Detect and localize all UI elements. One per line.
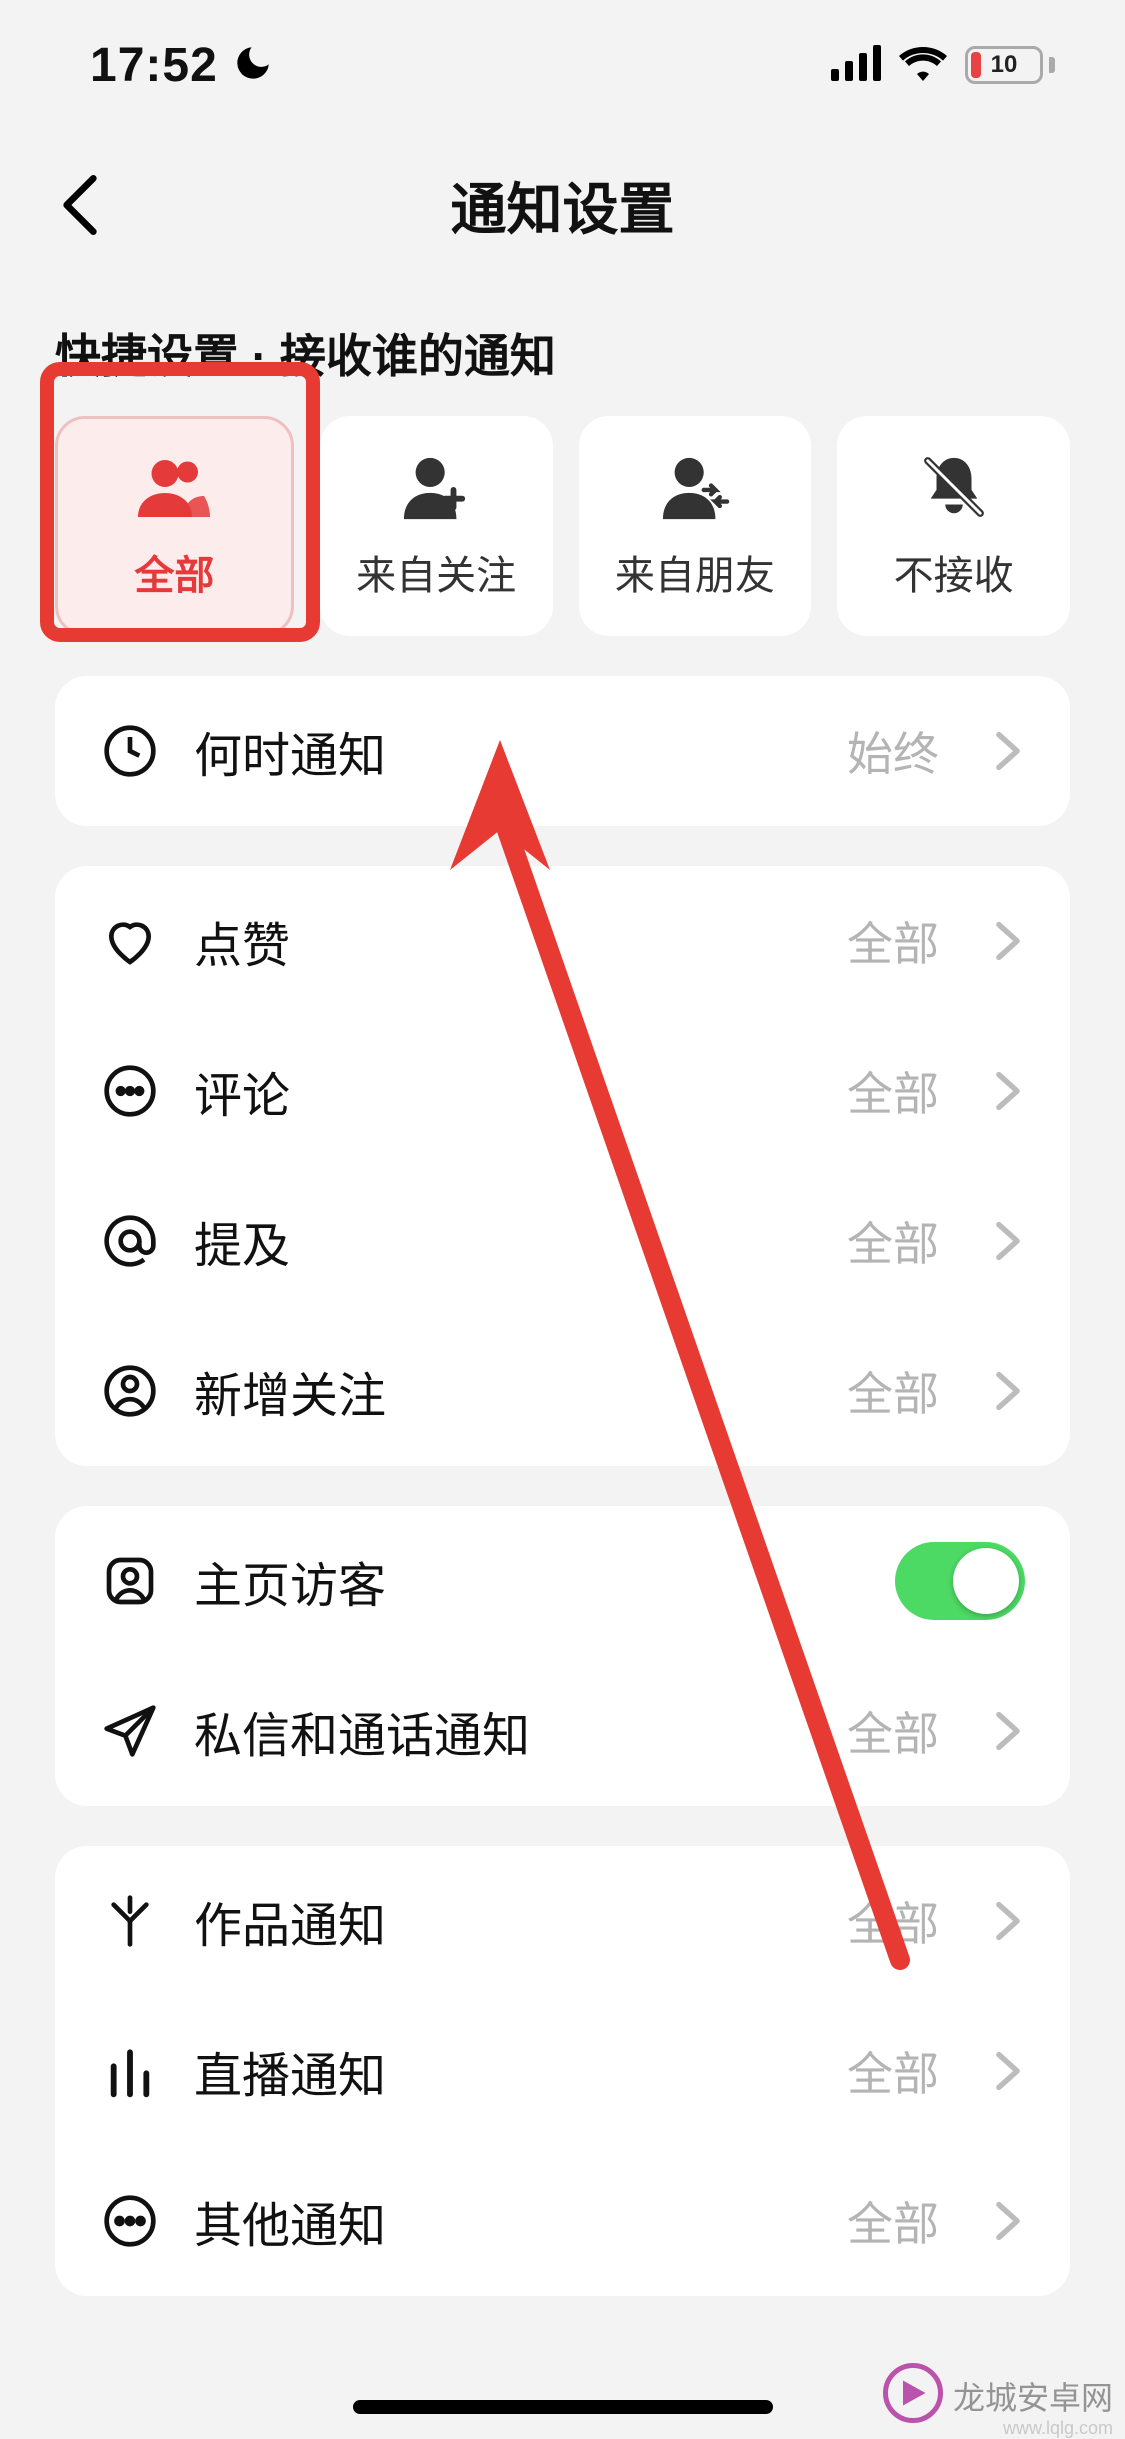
row-label: 其他通知 — [194, 2186, 813, 2256]
heart-icon — [100, 911, 160, 971]
quick-card-following[interactable]: 来自关注 — [320, 416, 553, 636]
watermark-url: www.lqlg.com — [1003, 2418, 1113, 2439]
at-icon — [100, 1211, 160, 1271]
row-label: 主页访客 — [194, 1546, 861, 1616]
settings-group: 点赞 全部 评论 全部 提及 全部 新增关注 全部 — [55, 866, 1070, 1466]
page-header: 通知设置 — [0, 130, 1125, 280]
row-live-notify[interactable]: 直播通知 全部 — [55, 1996, 1070, 2146]
paper-plane-icon — [100, 1701, 160, 1761]
watermark-text: 龙城安卓网 www.lqlg.com — [953, 2373, 1113, 2419]
quick-section-title: 快捷设置 · 接收谁的通知 — [0, 280, 1125, 416]
quick-card-label: 全部 — [134, 543, 214, 601]
row-label: 提及 — [194, 1206, 813, 1276]
chevron-right-icon — [991, 1224, 1025, 1258]
cellular-icon — [831, 45, 881, 86]
row-when-notify[interactable]: 何时通知 始终 — [55, 676, 1070, 826]
settings-group: 主页访客 私信和通话通知 全部 — [55, 1506, 1070, 1806]
row-value: 全部 — [847, 1058, 939, 1124]
watermark-logo-icon — [883, 2363, 943, 2428]
row-new-followers[interactable]: 新增关注 全部 — [55, 1316, 1070, 1466]
settings-group: 作品通知 全部 直播通知 全部 其他通知 全部 — [55, 1846, 1070, 2296]
quick-filter-row: 全部 来自关注 来自朋友 — [0, 416, 1125, 636]
row-value: 全部 — [847, 1358, 939, 1424]
row-other-notify[interactable]: 其他通知 全部 — [55, 2146, 1070, 2296]
row-comments[interactable]: 评论 全部 — [55, 1016, 1070, 1166]
more-circle-icon — [100, 2191, 160, 2251]
quick-card-label: 来自关注 — [356, 543, 516, 601]
row-value: 始终 — [847, 718, 939, 784]
user-circle-icon — [100, 1361, 160, 1421]
row-value: 全部 — [847, 1208, 939, 1274]
status-left: 17:52 — [90, 38, 274, 93]
comment-icon — [100, 1061, 160, 1121]
status-bar: 17:52 10 — [0, 0, 1125, 130]
row-value: 全部 — [847, 1888, 939, 1954]
chevron-right-icon — [991, 924, 1025, 958]
row-content-notify[interactable]: 作品通知 全部 — [55, 1846, 1070, 1996]
quick-card-none[interactable]: 不接收 — [837, 416, 1070, 636]
row-value: 全部 — [847, 1698, 939, 1764]
people-icon — [138, 451, 210, 523]
person-plus-icon — [400, 451, 472, 523]
row-label: 新增关注 — [194, 1356, 813, 1426]
row-label: 私信和通话通知 — [194, 1696, 813, 1766]
quick-card-friends[interactable]: 来自朋友 — [579, 416, 812, 636]
clock-time: 17:52 — [90, 38, 218, 93]
row-value: 全部 — [847, 2188, 939, 2254]
status-right: 10 — [831, 45, 1055, 86]
row-mentions[interactable]: 提及 全部 — [55, 1166, 1070, 1316]
row-label: 作品通知 — [194, 1886, 813, 1956]
chevron-right-icon — [991, 1904, 1025, 1938]
page-title: 通知设置 — [451, 165, 675, 246]
row-value: 全部 — [847, 2038, 939, 2104]
chevron-right-icon — [991, 1374, 1025, 1408]
row-label: 何时通知 — [194, 716, 813, 786]
watermark: 龙城安卓网 www.lqlg.com — [883, 2363, 1113, 2428]
bars-icon — [100, 2041, 160, 2101]
chevron-right-icon — [991, 2054, 1025, 2088]
quick-card-label: 来自朋友 — [615, 543, 775, 601]
wifi-icon — [899, 45, 947, 86]
row-value: 全部 — [847, 908, 939, 974]
toggle-switch[interactable] — [895, 1542, 1025, 1620]
sparkle-icon — [100, 1891, 160, 1951]
chevron-right-icon — [991, 734, 1025, 768]
chevron-right-icon — [991, 1714, 1025, 1748]
profile-card-icon — [100, 1551, 160, 1611]
row-label: 直播通知 — [194, 2036, 813, 2106]
chevron-right-icon — [991, 1074, 1025, 1108]
quick-card-label: 不接收 — [894, 543, 1014, 601]
back-button[interactable] — [50, 175, 110, 235]
quick-card-all[interactable]: 全部 — [55, 416, 294, 636]
person-swap-icon — [659, 451, 731, 523]
row-dm-calls[interactable]: 私信和通话通知 全部 — [55, 1656, 1070, 1806]
chevron-right-icon — [991, 2204, 1025, 2238]
battery-percent: 10 — [968, 49, 1040, 81]
row-likes[interactable]: 点赞 全部 — [55, 866, 1070, 1016]
home-indicator — [353, 2400, 773, 2414]
clock-icon — [100, 721, 160, 781]
row-label: 评论 — [194, 1056, 813, 1126]
battery-indicator: 10 — [965, 46, 1055, 84]
row-label: 点赞 — [194, 906, 813, 976]
row-profile-visitors[interactable]: 主页访客 — [55, 1506, 1070, 1656]
bell-off-icon — [918, 451, 990, 523]
moon-icon — [232, 42, 274, 89]
settings-group: 何时通知 始终 — [55, 676, 1070, 826]
